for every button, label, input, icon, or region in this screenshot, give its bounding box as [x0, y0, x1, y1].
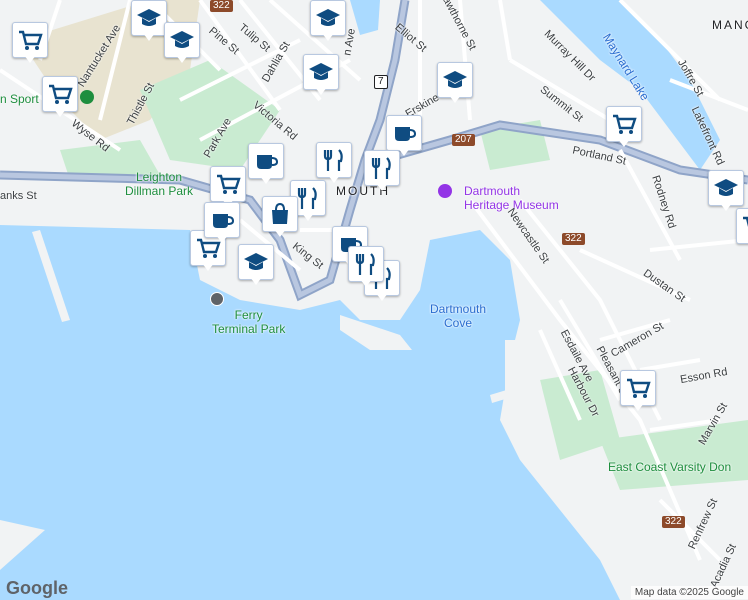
- school-pin[interactable]: [238, 244, 274, 286]
- shopping-cart-icon: [217, 174, 241, 194]
- grocery-pin[interactable]: [736, 208, 748, 250]
- place-label: n Sport: [0, 92, 39, 106]
- school-pin[interactable]: [437, 62, 473, 104]
- fork-knife-icon: [355, 253, 375, 275]
- restaurant-pin[interactable]: [316, 142, 352, 184]
- street-label: anks St: [0, 190, 37, 202]
- route-shield-322: 322: [210, 0, 233, 12]
- school-icon: [170, 31, 194, 48]
- museum-icon[interactable]: [438, 184, 452, 198]
- cafe-pin[interactable]: [248, 143, 284, 185]
- route-shield-7: 7: [374, 75, 388, 89]
- cafe-pin[interactable]: [204, 202, 240, 244]
- school-pin[interactable]: [131, 0, 167, 42]
- shopping-cart-icon: [613, 114, 637, 134]
- route-shield-322: 322: [562, 233, 585, 245]
- fork-knife-icon: [297, 187, 317, 209]
- grocery-pin[interactable]: [12, 22, 48, 64]
- school-icon: [244, 253, 268, 270]
- shopping-bag-icon: [272, 202, 288, 224]
- fork-knife-icon: [323, 149, 343, 171]
- school-pin[interactable]: [708, 170, 744, 212]
- coffee-cup-icon: [395, 127, 417, 141]
- google-logo: Google: [6, 578, 68, 598]
- school-pin[interactable]: [164, 22, 200, 64]
- park-label: Leighton Dillman Park: [125, 170, 194, 198]
- grocery-pin[interactable]: [620, 370, 656, 412]
- coffee-cup-icon: [213, 214, 235, 228]
- shopping-cart-icon: [19, 30, 43, 50]
- park-icon: [80, 90, 94, 104]
- school-pin[interactable]: [310, 0, 346, 42]
- ferry-icon[interactable]: [210, 292, 224, 306]
- shopping-cart-icon: [49, 84, 73, 104]
- school-pin[interactable]: [303, 54, 339, 96]
- school-icon: [316, 9, 340, 26]
- grocery-pin[interactable]: [606, 106, 642, 148]
- school-icon: [443, 71, 467, 88]
- map-attribution[interactable]: Map data ©2025 Google: [630, 586, 748, 599]
- route-shield-322: 322: [662, 516, 685, 528]
- town-label: MANG: [712, 18, 748, 32]
- route-shield-207: 207: [452, 134, 475, 146]
- school-icon: [714, 179, 738, 196]
- coffee-cup-icon: [257, 155, 279, 169]
- shopping-cart-icon: [627, 378, 651, 398]
- shopping-cart-icon: [743, 216, 748, 227]
- restaurant-pin[interactable]: [364, 150, 400, 192]
- school-icon: [309, 63, 333, 80]
- water-label: Dartmouth Cove: [430, 302, 487, 330]
- restaurant-pin[interactable]: [348, 246, 384, 288]
- park-label: Ferry Terminal Park: [212, 308, 286, 336]
- school-icon: [137, 9, 161, 26]
- place-label: East Coast Varsity Don: [608, 460, 732, 474]
- grocery-pin[interactable]: [42, 76, 78, 118]
- shopping-pin[interactable]: [262, 196, 298, 238]
- fork-knife-icon: [371, 157, 391, 179]
